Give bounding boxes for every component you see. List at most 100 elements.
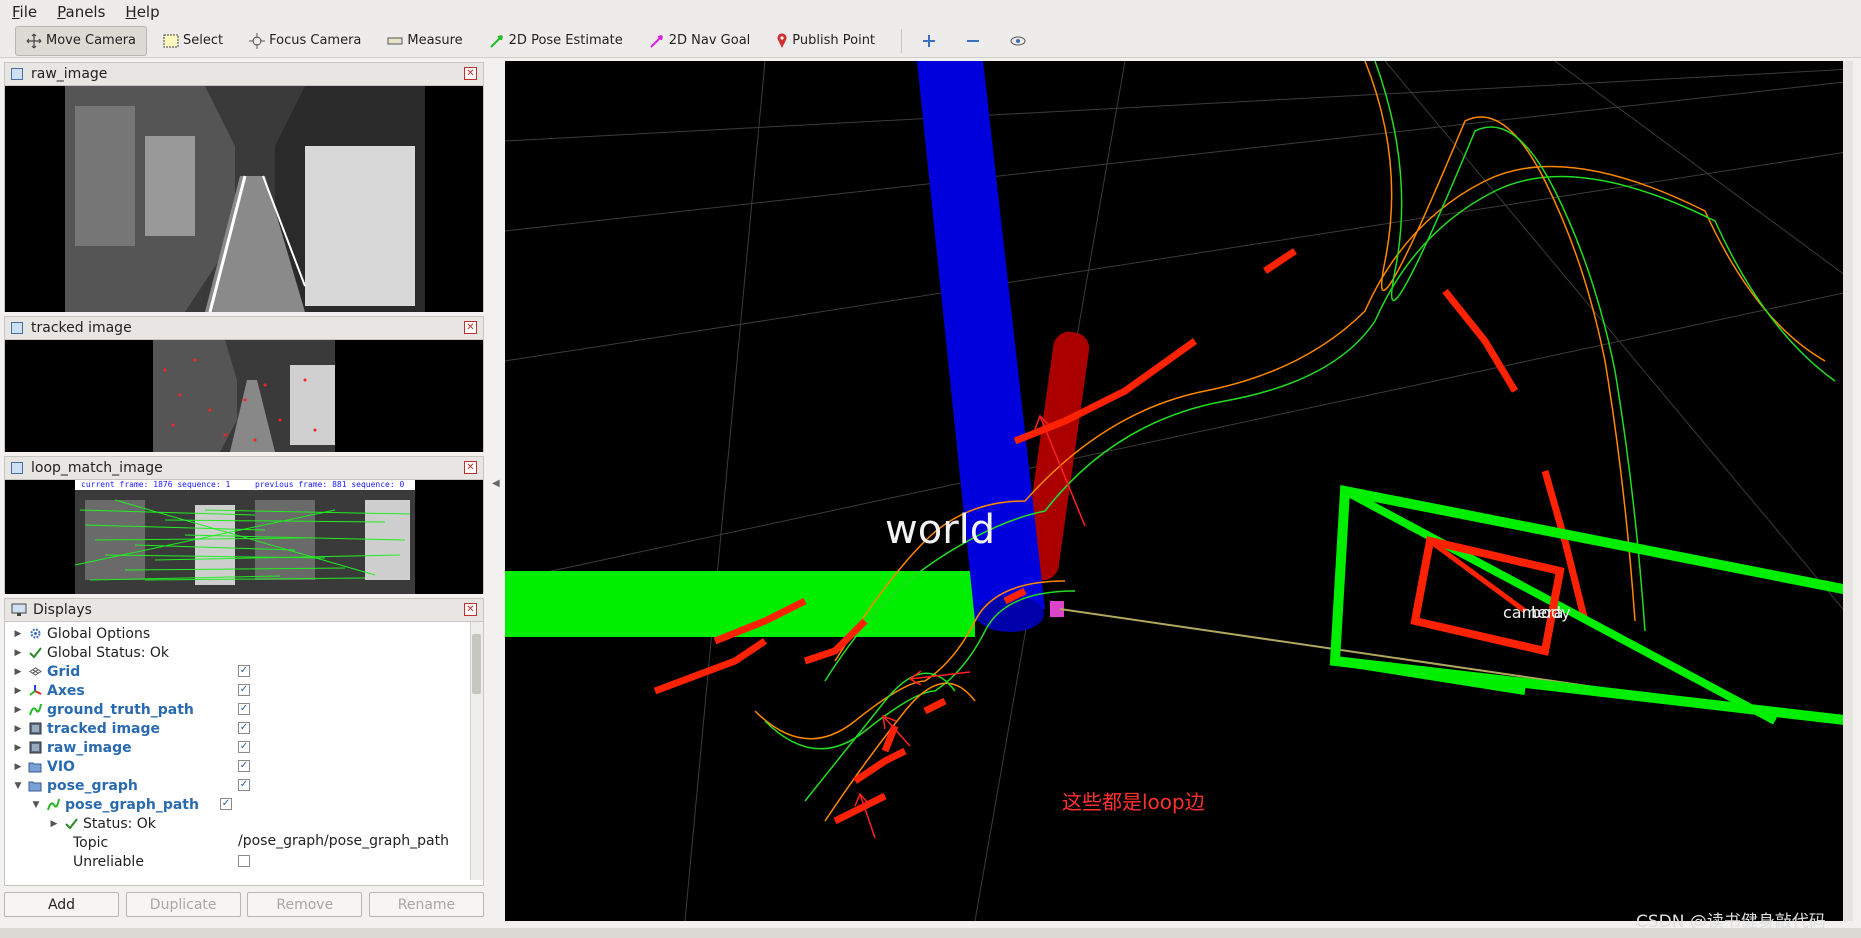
remove-tool-button[interactable] <box>956 27 994 55</box>
grid-enabled-checkbox[interactable]: ✓ <box>238 665 250 677</box>
pose-estimate-label: 2D Pose Estimate <box>508 33 623 48</box>
monitor-icon <box>11 603 27 616</box>
menu-panels[interactable]: Panels <box>45 3 113 21</box>
tracked-image-view <box>5 340 483 452</box>
tree-row-grid[interactable]: ▶ Grid ✓ <box>11 662 483 681</box>
duplicate-button[interactable]: Duplicate <box>125 892 241 917</box>
plus-icon <box>923 34 936 47</box>
tree-row-global-status[interactable]: ▶ Global Status: Ok <box>11 643 483 662</box>
vio-enabled-checkbox[interactable]: ✓ <box>238 760 250 772</box>
image-panel-icon <box>11 322 23 334</box>
add-tool-button[interactable] <box>912 27 950 55</box>
tree-label: Axes <box>47 682 85 699</box>
view-options-button[interactable] <box>1000 27 1040 55</box>
tree-row-axes[interactable]: ▶ Axes ✓ <box>11 681 483 700</box>
expand-arrow-icon[interactable]: ▶ <box>47 819 61 829</box>
viewport-right-edge <box>1843 61 1853 921</box>
pose-graph-path-enabled-checkbox[interactable]: ✓ <box>220 798 232 810</box>
raw-image-enabled-checkbox[interactable]: ✓ <box>238 741 250 753</box>
expand-arrow-icon[interactable]: ▶ <box>11 667 25 677</box>
close-icon[interactable]: ✕ <box>464 67 477 80</box>
tree-row-vio[interactable]: ▶ VIO ✓ <box>11 757 483 776</box>
tracked-image-panel-title: tracked image <box>31 320 132 336</box>
trajectory-paths <box>754 61 1836 822</box>
expand-arrow-icon[interactable]: ▶ <box>11 686 25 696</box>
select-label: Select <box>183 33 224 48</box>
publish-point-button[interactable]: Publish Point <box>766 27 885 55</box>
displays-panel-header: Displays ✕ <box>5 599 483 622</box>
topic-value[interactable]: /pose_graph/pose_graph_path <box>238 833 449 849</box>
loop-match-overlay-previous: previous frame: 881 sequence: 0 <box>255 480 405 489</box>
tree-row-status[interactable]: ▶ Status: Ok <box>11 814 483 833</box>
axes-icon <box>28 684 42 698</box>
tracked-image-enabled-checkbox[interactable]: ✓ <box>238 722 250 734</box>
unreliable-checkbox[interactable] <box>238 855 250 867</box>
status-bar <box>0 928 1861 938</box>
expand-arrow-icon[interactable]: ▶ <box>11 705 25 715</box>
menu-help[interactable]: Help <box>113 3 167 21</box>
tree-label: pose_graph_path <box>65 796 199 813</box>
pose-graph-enabled-checkbox[interactable]: ✓ <box>238 779 250 791</box>
collapse-arrow-icon[interactable]: ▼ <box>29 800 43 810</box>
folder-icon <box>28 760 42 774</box>
tree-label: Global Options <box>47 625 151 642</box>
path-icon <box>28 703 42 717</box>
rename-button[interactable]: Rename <box>368 892 484 917</box>
tree-label: Grid <box>47 663 81 680</box>
tree-row-pose-graph[interactable]: ▼ pose_graph ✓ <box>11 776 483 795</box>
tree-label: VIO <box>47 758 75 775</box>
displays-panel-title: Displays <box>33 602 92 618</box>
tree-row-ground-truth-path[interactable]: ▶ ground_truth_path ✓ <box>11 700 483 719</box>
tree-row-tracked-image[interactable]: ▶ tracked image ✓ <box>11 719 483 738</box>
raw-image-panel-header: raw_image ✕ <box>5 63 483 86</box>
raw-image-view <box>5 86 483 312</box>
toolbar-separator <box>901 28 903 53</box>
remove-button[interactable]: Remove <box>247 892 363 917</box>
focus-camera-button[interactable]: Focus Camera <box>239 27 371 55</box>
expand-arrow-icon[interactable]: ▶ <box>11 743 25 753</box>
tree-row-global-options[interactable]: ▶ Global Options <box>11 624 483 643</box>
raw-image-panel-title: raw_image <box>31 66 108 82</box>
unreliable-label: Unreliable <box>73 853 144 870</box>
ground-truth-enabled-checkbox[interactable]: ✓ <box>238 703 250 715</box>
tree-row-pose-graph-path[interactable]: ▼ pose_graph_path ✓ <box>11 795 483 814</box>
expand-arrow-icon[interactable]: ▶ <box>11 648 25 658</box>
nav-goal-button[interactable]: 2D Nav Goal <box>639 27 761 55</box>
loop-edge-annotation: 这些都是loop边 <box>1062 790 1205 814</box>
pose-estimate-button[interactable]: 2D Pose Estimate <box>479 27 633 55</box>
expand-arrow-icon[interactable]: ▶ <box>11 762 25 772</box>
expand-arrow-icon[interactable]: ▶ <box>11 724 25 734</box>
3d-viewport[interactable]: world camera body 这些都是loop边 <box>505 61 1853 921</box>
image-icon <box>28 741 42 755</box>
add-button[interactable]: Add <box>4 892 119 917</box>
image-icon <box>28 722 42 736</box>
frame-label-body: body <box>1531 603 1571 622</box>
tree-label: raw_image <box>47 739 132 756</box>
tree-row-topic[interactable]: Topic /pose_graph/pose_graph_path <box>11 833 483 852</box>
nav-goal-label: 2D Nav Goal <box>668 33 751 48</box>
loop-match-overlay-current: current frame: 1876 sequence: 1 <box>81 480 231 489</box>
move-camera-button[interactable]: Move Camera <box>15 25 148 56</box>
tracked-image-panel-header: tracked image ✕ <box>5 317 483 340</box>
dock-collapse-arrow-icon[interactable]: ◀ <box>492 478 500 489</box>
expand-arrow-icon[interactable]: ▶ <box>11 629 25 639</box>
displays-button-row: Add Duplicate Remove Rename <box>4 892 484 917</box>
minus-icon <box>967 39 980 42</box>
tree-scrollbar-thumb[interactable] <box>472 634 481 694</box>
close-icon[interactable]: ✕ <box>464 461 477 474</box>
publish-point-label: Publish Point <box>792 33 876 48</box>
tree-label: ground_truth_path <box>47 701 194 718</box>
axes-enabled-checkbox[interactable]: ✓ <box>238 684 250 696</box>
focus-camera-label: Focus Camera <box>269 33 362 48</box>
collapse-arrow-icon[interactable]: ▼ <box>11 781 25 791</box>
close-icon[interactable]: ✕ <box>464 603 477 616</box>
tree-row-unreliable[interactable]: Unreliable <box>11 852 483 871</box>
move-camera-label: Move Camera <box>46 33 137 48</box>
image-panel-icon <box>11 68 23 80</box>
measure-button[interactable]: Measure <box>377 27 472 55</box>
tree-scrollbar[interactable] <box>470 622 483 880</box>
select-button[interactable]: Select <box>153 27 233 55</box>
menu-file[interactable]: File <box>0 3 45 21</box>
tree-row-raw-image[interactable]: ▶ raw_image ✓ <box>11 738 483 757</box>
close-icon[interactable]: ✕ <box>464 321 477 334</box>
